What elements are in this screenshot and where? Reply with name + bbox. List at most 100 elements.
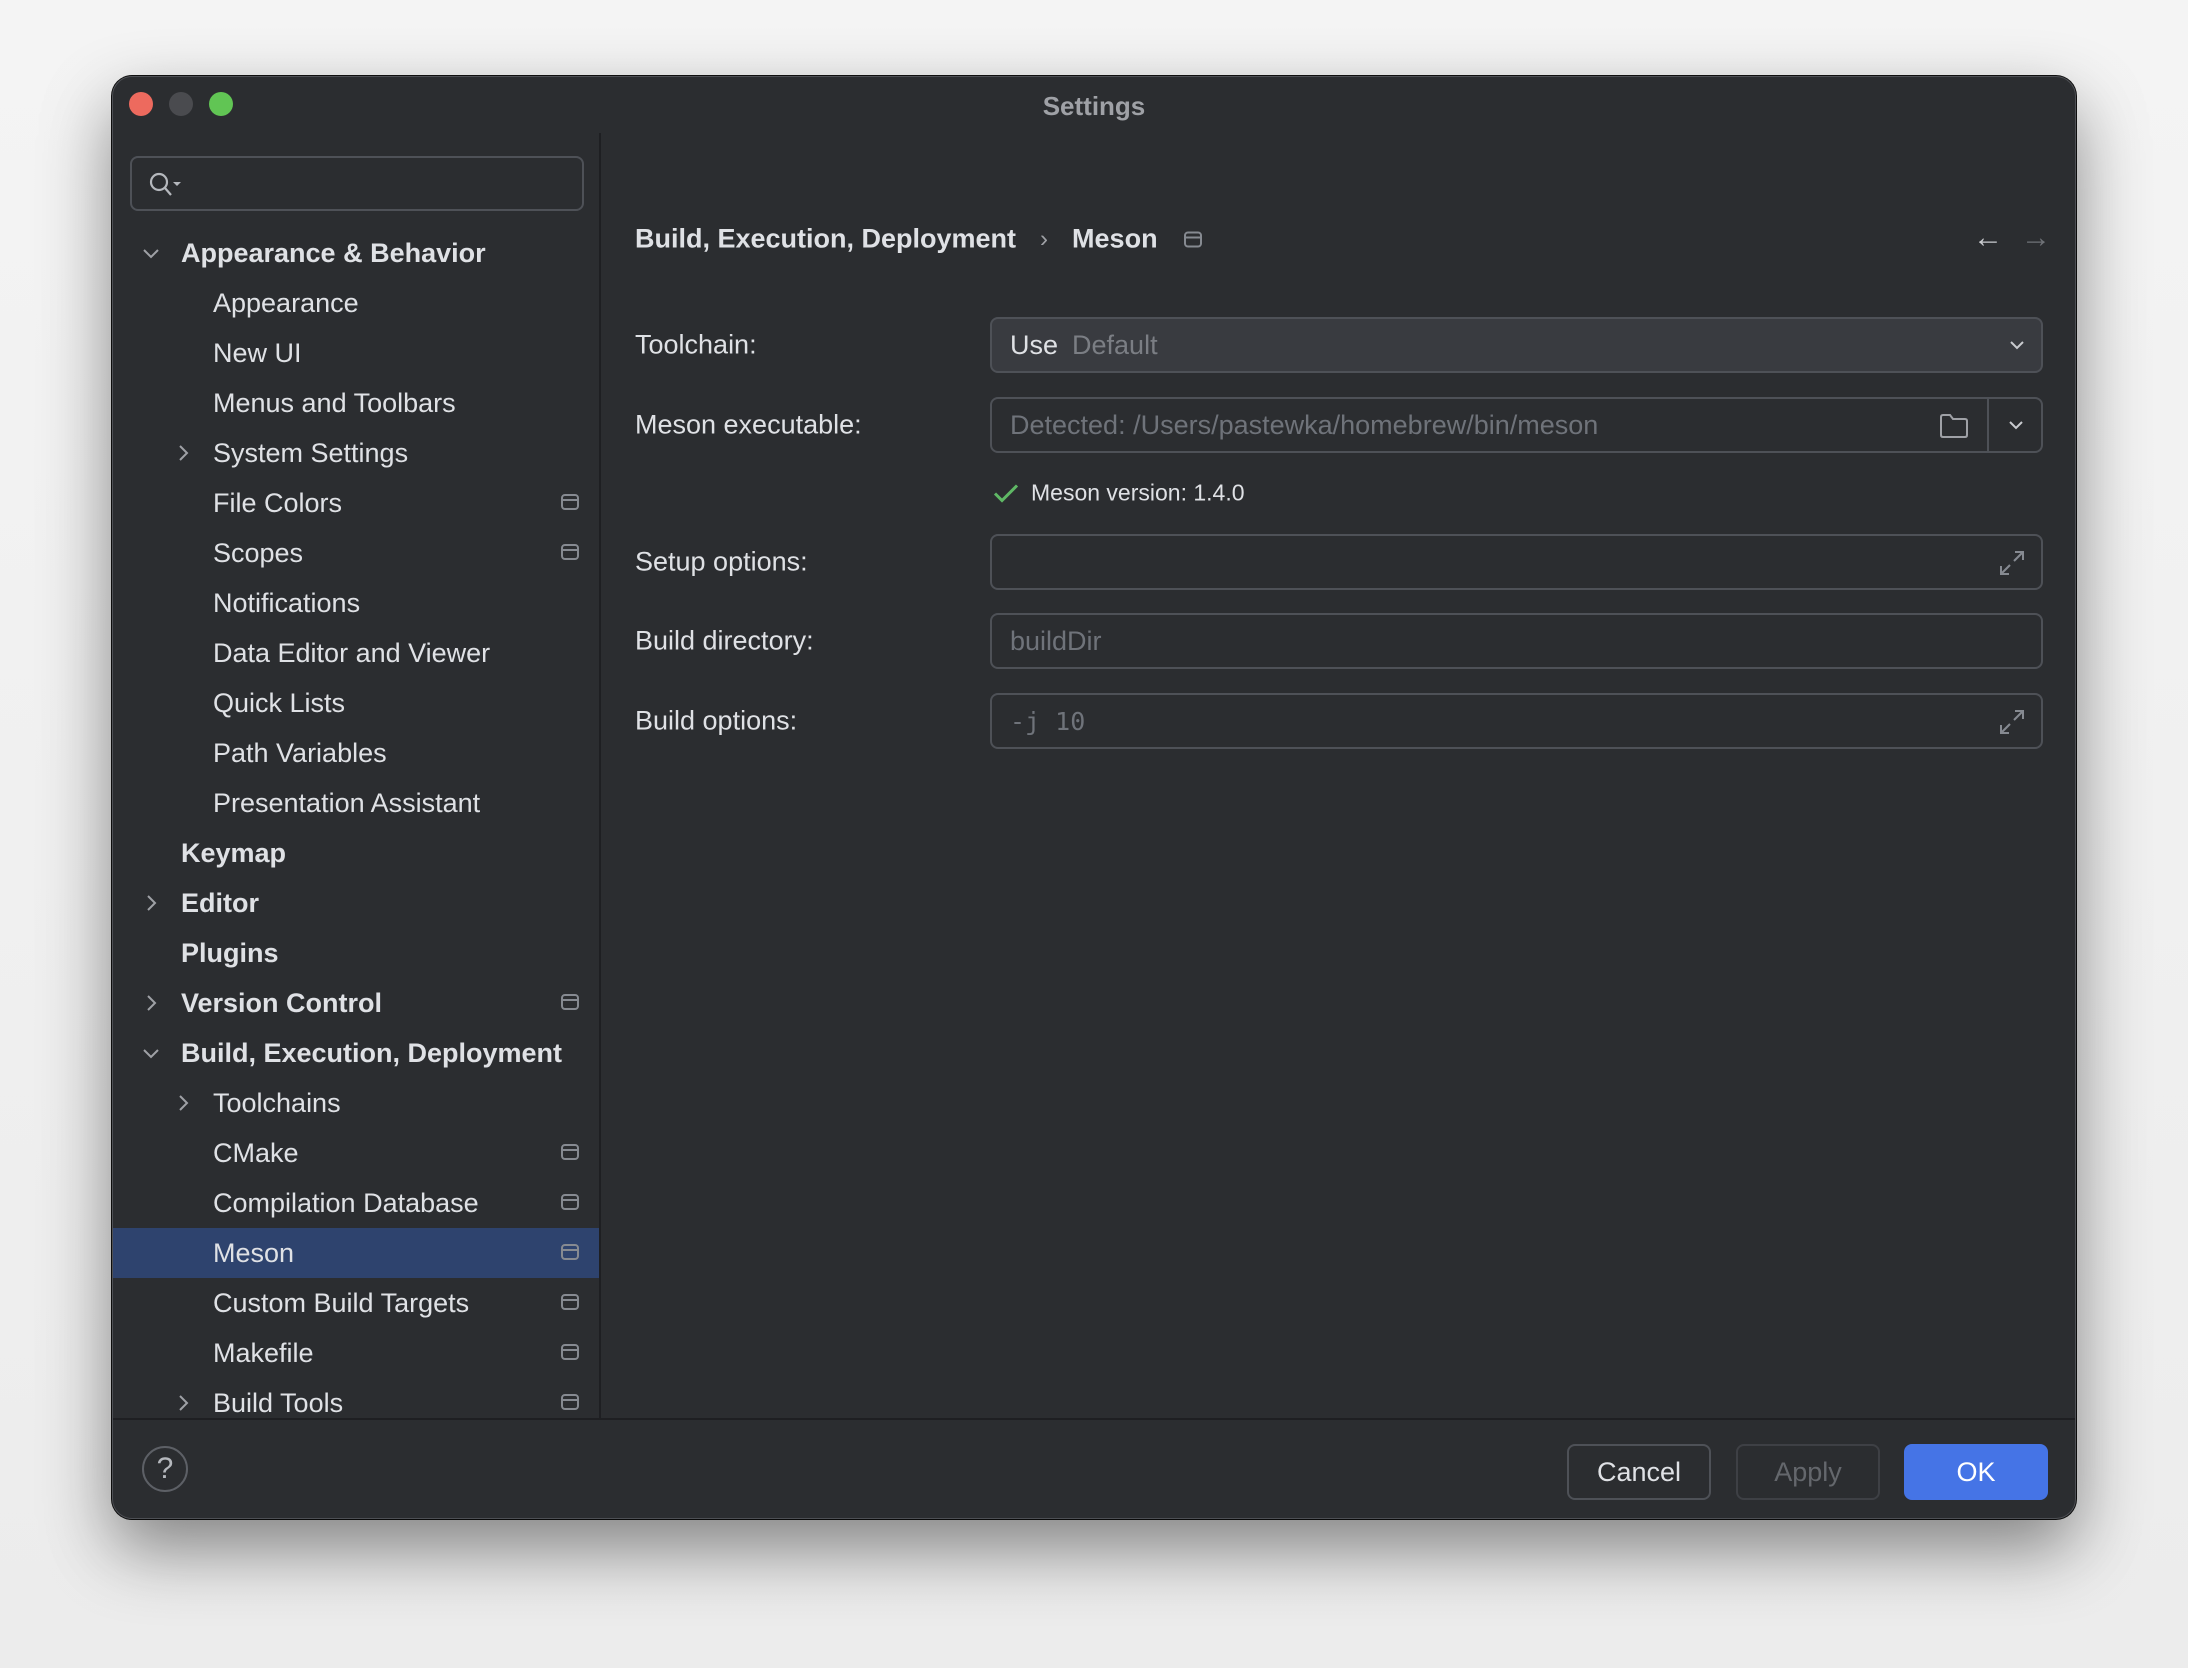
sidebar-item-makefile[interactable]: Makefile (113, 1328, 599, 1378)
project-level-icon (561, 544, 579, 560)
sidebar-item-label: Path Variables (213, 737, 387, 768)
sidebar-item-scopes[interactable]: Scopes (113, 528, 599, 578)
breadcrumb-current: Meson (1072, 223, 1158, 254)
help-button[interactable]: ? (142, 1446, 188, 1492)
project-level-icon (561, 1244, 579, 1260)
setup-options-label: Setup options: (635, 546, 808, 577)
sidebar-item-label: Appearance & Behavior (181, 237, 486, 268)
window-title: Settings (1042, 91, 1146, 121)
sidebar-item-label: Scopes (213, 537, 304, 568)
sidebar-item-label: New UI (213, 337, 302, 368)
chevron-right-icon[interactable] (173, 1093, 193, 1113)
sidebar-item-data-editor-and-viewer[interactable]: Data Editor and Viewer (113, 628, 599, 678)
chevron-down-icon (2009, 421, 2023, 430)
project-level-icon (561, 1344, 579, 1360)
history-nav: ← → (1973, 223, 2051, 253)
chevron-right-icon[interactable] (141, 993, 161, 1013)
sidebar-item-label: Data Editor and Viewer (213, 637, 491, 668)
sidebar-item-label: Toolchains (213, 1087, 341, 1118)
titlebar: Settings (113, 77, 2075, 133)
sidebar-item-keymap[interactable]: Keymap (113, 828, 599, 878)
breadcrumb: Build, Execution, Deployment › Meson (635, 224, 1202, 255)
sidebar-item-label: Build Tools (213, 1387, 344, 1418)
sidebar-item-build-execution-deployment[interactable]: Build, Execution, Deployment (113, 1028, 599, 1078)
meson-version-text: Meson version: 1.4.0 (1031, 479, 1245, 506)
project-level-icon (561, 994, 579, 1010)
sidebar-item-new-ui[interactable]: New UI (113, 328, 599, 378)
toolchain-select[interactable]: Use Default (990, 317, 2043, 373)
settings-search-input[interactable] (130, 156, 584, 211)
sidebar-item-label: Build, Execution, Deployment (181, 1037, 563, 1068)
chevron-down-icon[interactable] (141, 1043, 161, 1063)
executable-history-dropdown[interactable] (1987, 399, 2041, 451)
folder-browse-icon[interactable] (1939, 413, 1969, 439)
sidebar-item-compilation-database[interactable]: Compilation Database (113, 1178, 599, 1228)
sidebar-item-label: Makefile (213, 1337, 314, 1368)
apply-button[interactable]: Apply (1736, 1444, 1880, 1500)
cancel-button[interactable]: Cancel (1567, 1444, 1711, 1500)
sidebar-item-editor[interactable]: Editor (113, 878, 599, 928)
sidebar-item-label: Appearance (213, 287, 359, 318)
back-arrow-icon[interactable]: ← (1973, 223, 2003, 253)
build-directory-label: Build directory: (635, 625, 814, 656)
expand-icon[interactable] (1997, 548, 2027, 578)
sidebar-item-presentation-assistant[interactable]: Presentation Assistant (113, 778, 599, 828)
sidebar-item-label: Version Control (181, 987, 383, 1018)
chevron-right-icon[interactable] (173, 1393, 193, 1413)
settings-content: Build, Execution, Deployment › Meson ← →… (601, 133, 2075, 1418)
build-options-input[interactable]: -j 10 (990, 693, 2043, 749)
settings-window: Settings Appearance & Behavior Appearance… (112, 76, 2076, 1519)
build-options-placeholder: -j 10 (1010, 706, 1086, 736)
sidebar-item-label: Custom Build Targets (213, 1287, 470, 1318)
dialog-footer: ? Cancel Apply OK (113, 1418, 2075, 1518)
toolchain-label: Toolchain: (635, 329, 757, 360)
sidebar-item-file-colors[interactable]: File Colors (113, 478, 599, 528)
sidebar-item-version-control[interactable]: Version Control (113, 978, 599, 1028)
sidebar-item-label: Menus and Toolbars (213, 387, 456, 418)
sidebar-item-appearance-behavior[interactable]: Appearance & Behavior (113, 228, 599, 278)
meson-executable-input[interactable]: Detected: /Users/pastewka/homebrew/bin/m… (990, 397, 2043, 453)
sidebar-item-appearance[interactable]: Appearance (113, 278, 599, 328)
project-level-icon (561, 1394, 579, 1410)
build-directory-input[interactable]: buildDir (990, 613, 2043, 669)
sidebar-item-custom-build-targets[interactable]: Custom Build Targets (113, 1278, 599, 1328)
build-directory-placeholder: buildDir (1010, 625, 1102, 656)
settings-sidebar: Appearance & Behavior Appearance New UI Men… (113, 133, 601, 1418)
sidebar-item-label: Keymap (181, 837, 287, 868)
expand-icon[interactable] (1997, 707, 2027, 737)
sidebar-item-plugins[interactable]: Plugins (113, 928, 599, 978)
sidebar-item-label: System Settings (213, 437, 409, 468)
ok-button[interactable]: OK (1904, 1444, 2048, 1500)
sidebar-item-toolchains[interactable]: Toolchains (113, 1078, 599, 1128)
check-icon (993, 483, 1019, 503)
meson-executable-placeholder: Detected: /Users/pastewka/homebrew/bin/m… (1010, 409, 1599, 440)
sidebar-item-notifications[interactable]: Notifications (113, 578, 599, 628)
sidebar-item-label: Notifications (213, 587, 361, 618)
project-level-icon (561, 1294, 579, 1310)
sidebar-item-label: Meson (213, 1237, 295, 1268)
breadcrumb-separator: › (1040, 225, 1049, 252)
breadcrumb-parent[interactable]: Build, Execution, Deployment (635, 224, 1016, 255)
forward-arrow-icon[interactable]: → (2021, 223, 2051, 253)
project-level-icon (561, 1194, 579, 1210)
sidebar-item-system-settings[interactable]: System Settings (113, 428, 599, 478)
build-options-label: Build options: (635, 705, 798, 736)
chevron-down-icon[interactable] (141, 243, 161, 263)
sidebar-item-cmake[interactable]: CMake (113, 1128, 599, 1178)
toolchain-value: Default (1072, 329, 1158, 360)
sidebar-item-meson[interactable]: Meson (113, 1228, 599, 1278)
sidebar-item-menus-and-toolbars[interactable]: Menus and Toolbars (113, 378, 599, 428)
sidebar-item-label: Compilation Database (213, 1187, 479, 1218)
sidebar-item-label: Presentation Assistant (213, 787, 481, 818)
chevron-right-icon[interactable] (141, 893, 161, 913)
setup-options-input[interactable] (990, 534, 2043, 590)
sidebar-item-path-variables[interactable]: Path Variables (113, 728, 599, 778)
sidebar-item-label: Quick Lists (213, 687, 346, 718)
meson-version-status: Meson version: 1.4.0 (993, 480, 1245, 507)
chevron-right-icon[interactable] (173, 443, 193, 463)
settings-tree: Appearance & Behavior Appearance New UI Men… (113, 228, 599, 1428)
meson-executable-label: Meson executable: (635, 409, 862, 440)
toolchain-prefix: Use (1010, 329, 1059, 360)
search-icon (149, 172, 181, 196)
sidebar-item-quick-lists[interactable]: Quick Lists (113, 678, 599, 728)
